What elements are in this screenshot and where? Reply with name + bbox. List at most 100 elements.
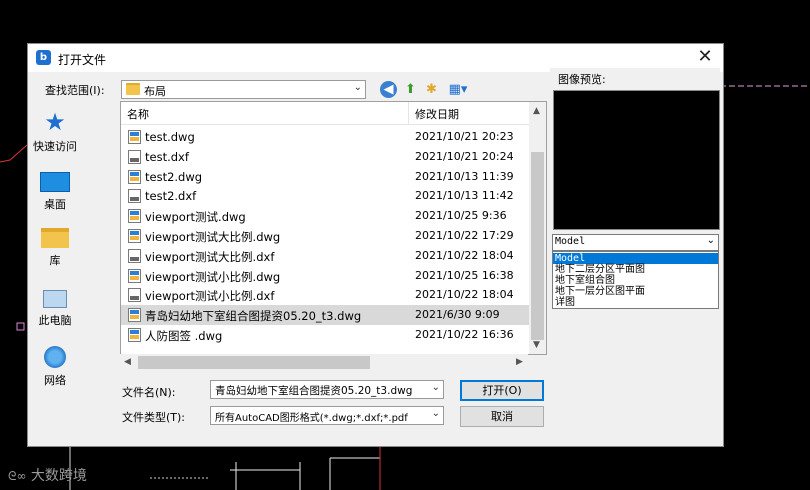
- place-this-pc[interactable]: 此电脑: [20, 288, 90, 328]
- file-row[interactable]: test2.dwg 2021/10/13 11:39: [121, 167, 529, 187]
- look-in-combo[interactable]: 布局 ⌄: [121, 80, 366, 99]
- layout-option[interactable]: 地下二层分区平面图: [553, 264, 718, 275]
- place-label: 库: [49, 254, 61, 267]
- file-name: viewport测试.dwg: [145, 210, 246, 225]
- place-network[interactable]: 网络: [20, 346, 90, 388]
- filename-label: 文件名(N):: [122, 386, 176, 399]
- file-row[interactable]: 人防图签 .dwg 2021/10/22 16:36: [121, 325, 529, 345]
- dxf-file-icon: [128, 288, 141, 303]
- open-button[interactable]: 打开(O): [460, 380, 544, 401]
- place-quick-access[interactable]: ★ 快速访问: [20, 110, 90, 154]
- dxf-file-icon: [128, 149, 141, 164]
- file-name: viewport测试小比例.dxf: [145, 289, 275, 304]
- file-row[interactable]: 青岛妇幼地下室组合图提资05.20_t3.dwg 2021/6/30 9:09: [121, 305, 529, 326]
- network-icon: [44, 346, 66, 368]
- file-date: 2021/10/22 16:36: [415, 328, 514, 341]
- file-date: 2021/10/22 18:04: [415, 248, 514, 262]
- library-icon: [41, 228, 69, 248]
- layout-option[interactable]: 详图: [553, 297, 718, 308]
- chevron-down-icon: ⌄: [431, 382, 440, 393]
- file-row[interactable]: viewport测试小比例.dxf 2021/10/22 18:04: [121, 285, 529, 305]
- place-label: 网络: [44, 374, 66, 387]
- file-date: 2021/10/22 17:29: [415, 229, 514, 242]
- filetype-value: 所有AutoCAD图形格式(*.dwg;*.dxf;*.pdf: [215, 413, 408, 424]
- scroll-right-icon[interactable]: ▶: [516, 357, 523, 367]
- file-row[interactable]: viewport测试大比例.dwg 2021/10/22 17:29: [121, 226, 529, 246]
- dwg-file-icon: [128, 169, 141, 184]
- dxf-file-icon: [128, 248, 141, 263]
- place-label: 桌面: [44, 198, 66, 211]
- file-list-header: 名称 ^ 修改日期: [121, 102, 529, 125]
- file-name: viewport测试大比例.dxf: [145, 249, 275, 264]
- new-folder-icon[interactable]: ✱: [423, 81, 440, 98]
- folder-icon: [126, 83, 140, 95]
- place-library[interactable]: 库: [20, 228, 90, 268]
- file-name: test2.dxf: [145, 189, 197, 204]
- dxf-file-icon: [128, 189, 141, 204]
- watermark: ᘓ∞ 大数跨境: [8, 465, 87, 485]
- scroll-left-icon[interactable]: ◀: [124, 357, 131, 367]
- dwg-file-icon: [128, 268, 141, 283]
- file-row[interactable]: viewport测试.dwg 2021/10/25 9:36: [121, 206, 529, 226]
- watermark-logo-icon: ᘓ∞: [8, 469, 27, 483]
- chevron-down-icon: ⌄: [353, 82, 362, 93]
- file-date: 2021/10/13 11:39: [415, 169, 514, 183]
- cancel-button[interactable]: 取消: [460, 406, 544, 427]
- vertical-scrollbar[interactable]: ▲ ▼: [529, 102, 546, 354]
- file-date: 2021/10/25 16:38: [415, 268, 514, 282]
- file-name: test2.dwg: [145, 169, 203, 184]
- filename-combo[interactable]: 青岛妇幼地下室组合图提资05.20_t3.dwg ⌄: [210, 380, 444, 399]
- filename-value[interactable]: 青岛妇幼地下室组合图提资05.20_t3.dwg: [215, 383, 412, 398]
- file-date: 2021/6/30 9:09: [415, 308, 500, 322]
- place-label: 快速访问: [33, 140, 77, 153]
- dwg-file-icon: [128, 229, 141, 243]
- column-name[interactable]: 名称: [127, 106, 149, 122]
- layout-option[interactable]: 地下室组合图: [553, 275, 718, 286]
- view-menu-icon[interactable]: ▦▾: [446, 81, 470, 98]
- file-date: 2021/10/25 9:36: [415, 209, 507, 223]
- horizontal-scrollbar[interactable]: ◀ ▶: [120, 354, 528, 371]
- file-date: 2021/10/22 18:04: [415, 288, 514, 302]
- file-list[interactable]: 名称 ^ 修改日期 test.dwg 2021/10/21 20:23 test.d…: [120, 101, 547, 355]
- dwg-file-icon: [128, 328, 141, 342]
- look-in-value: 布局: [144, 85, 166, 98]
- file-name: test.dxf: [145, 149, 189, 164]
- vertical-scroll-thumb[interactable]: [531, 152, 544, 340]
- layout-option[interactable]: Model: [553, 253, 718, 264]
- sort-indicator-icon: ^: [265, 101, 274, 108]
- layout-dropdown[interactable]: Model ⌄: [552, 234, 719, 251]
- filetype-combo[interactable]: 所有AutoCAD图形格式(*.dwg;*.dxf;*.pdf ⌄: [210, 406, 444, 425]
- horizontal-scroll-thumb[interactable]: [138, 356, 370, 369]
- place-label: 此电脑: [38, 314, 72, 327]
- file-row[interactable]: viewport测试大比例.dxf 2021/10/22 18:04: [121, 246, 529, 266]
- close-button[interactable]: ✕: [691, 46, 719, 70]
- layout-options-list[interactable]: Model 地下二层分区平面图 地下室组合图 地下一层分区图平面 详图: [552, 251, 719, 309]
- file-row[interactable]: test.dwg 2021/10/21 20:23: [121, 127, 529, 147]
- file-name: viewport测试小比例.dwg: [145, 269, 281, 284]
- file-row[interactable]: test2.dxf 2021/10/13 11:42: [121, 186, 529, 206]
- file-date: 2021/10/21 20:23: [415, 130, 514, 143]
- chevron-down-icon: ⌄: [706, 235, 715, 246]
- image-preview: [553, 90, 720, 230]
- filetype-label: 文件类型(T):: [122, 411, 186, 424]
- watermark-text: 大数跨境: [30, 468, 87, 484]
- preview-label: 图像预览:: [558, 73, 606, 86]
- scroll-down-icon[interactable]: ▼: [533, 340, 540, 350]
- file-date: 2021/10/21 20:24: [415, 149, 514, 163]
- file-date: 2021/10/13 11:42: [415, 189, 514, 203]
- file-row[interactable]: viewport测试小比例.dwg 2021/10/25 16:38: [121, 266, 529, 286]
- star-icon: ★: [44, 108, 66, 136]
- layout-selected: Model: [555, 236, 586, 247]
- place-desktop[interactable]: 桌面: [20, 170, 90, 212]
- up-folder-icon[interactable]: ⬆: [402, 81, 419, 98]
- layout-option[interactable]: 地下一层分区图平面: [553, 286, 718, 297]
- scroll-up-icon[interactable]: ▲: [533, 106, 540, 116]
- file-name: viewport测试大比例.dwg: [145, 230, 281, 244]
- back-icon[interactable]: ◀: [380, 81, 397, 98]
- file-name: test.dwg: [145, 130, 195, 144]
- places-bar: ★ 快速访问 桌面 库 此电脑 网络: [20, 62, 90, 387]
- column-date[interactable]: 修改日期: [415, 106, 459, 122]
- computer-icon: [43, 290, 67, 308]
- file-row[interactable]: test.dxf 2021/10/21 20:24: [121, 147, 529, 167]
- file-name: 青岛妇幼地下室组合图提资05.20_t3.dwg: [145, 309, 362, 324]
